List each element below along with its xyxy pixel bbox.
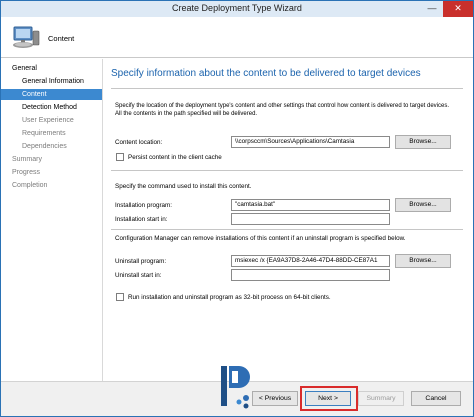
title-bar: Create Deployment Type Wizard — ✕ <box>1 1 473 17</box>
wizard-navigation: General General Information Content Dete… <box>1 59 103 381</box>
uninstall-program-label: Uninstall program: <box>115 258 167 265</box>
section-divider <box>111 229 463 230</box>
page-title: Content <box>48 34 75 43</box>
content-panel: Specify information about the content to… <box>104 59 473 381</box>
content-location-browse-button[interactable]: Browse... <box>395 135 451 149</box>
uninstall-program-browse-button[interactable]: Browse... <box>395 254 451 268</box>
content-description: Specify the location of the deployment t… <box>115 103 450 117</box>
summary-button: Summary <box>358 391 404 406</box>
prajwal-desai-logo-icon <box>221 366 250 409</box>
nav-item-completion: Completion <box>12 182 48 189</box>
nav-item-summary: Summary <box>12 156 42 163</box>
previous-button[interactable]: < Previous <box>252 391 298 406</box>
uninstall-start-in-field[interactable] <box>231 269 390 281</box>
content-location-field[interactable]: \\corpsccm\Sources\Applications\Camtasia <box>231 136 390 148</box>
run-32bit-checkbox[interactable] <box>116 293 124 301</box>
installation-program-label: Installation program: <box>115 202 173 209</box>
nav-item-requirements: Requirements <box>22 130 66 137</box>
minimize-button[interactable]: — <box>421 1 443 17</box>
computer-icon <box>13 26 40 48</box>
installation-start-in-label: Installation start in: <box>115 216 168 223</box>
window-title: Create Deployment Type Wizard <box>172 3 302 13</box>
nav-item-user-experience: User Experience <box>22 117 74 124</box>
install-section-text: Specify the command used to install this… <box>115 183 252 190</box>
persist-content-checkbox[interactable] <box>116 153 124 161</box>
heading-divider <box>111 88 463 89</box>
close-button[interactable]: ✕ <box>443 1 473 17</box>
uninstall-program-field[interactable]: msiexec /x {EA9A37D8-2A46-47D4-88DD-CE87… <box>231 255 390 267</box>
installation-program-browse-button[interactable]: Browse... <box>395 198 451 212</box>
uninstall-section-text: Configuration Manager can remove install… <box>115 235 406 242</box>
wizard-window: Create Deployment Type Wizard — ✕ Conten… <box>0 0 474 417</box>
content-location-label: Content location: <box>115 139 163 146</box>
next-button-highlight <box>300 386 358 411</box>
installation-start-in-field[interactable] <box>231 213 390 225</box>
nav-item-progress: Progress <box>12 169 41 176</box>
run-32bit-label: Run installation and uninstall program a… <box>128 294 331 301</box>
nav-item-general-information[interactable]: General Information <box>1 76 102 87</box>
installation-program-field[interactable]: "camtasia.bat" <box>231 199 390 211</box>
nav-item-dependencies: Dependencies <box>22 143 67 150</box>
section-divider <box>111 170 463 171</box>
persist-content-label: Persist content in the client cache <box>128 154 222 161</box>
uninstall-start-in-label: Uninstall start in: <box>115 272 162 279</box>
nav-item-detection-method[interactable]: Detection Method <box>1 102 102 113</box>
nav-item-content[interactable]: Content <box>1 89 102 100</box>
wizard-header: Content <box>1 17 473 58</box>
page-heading: Specify information about the content to… <box>111 68 421 79</box>
nav-item-general[interactable]: General <box>1 63 102 74</box>
cancel-button[interactable]: Cancel <box>411 391 461 406</box>
